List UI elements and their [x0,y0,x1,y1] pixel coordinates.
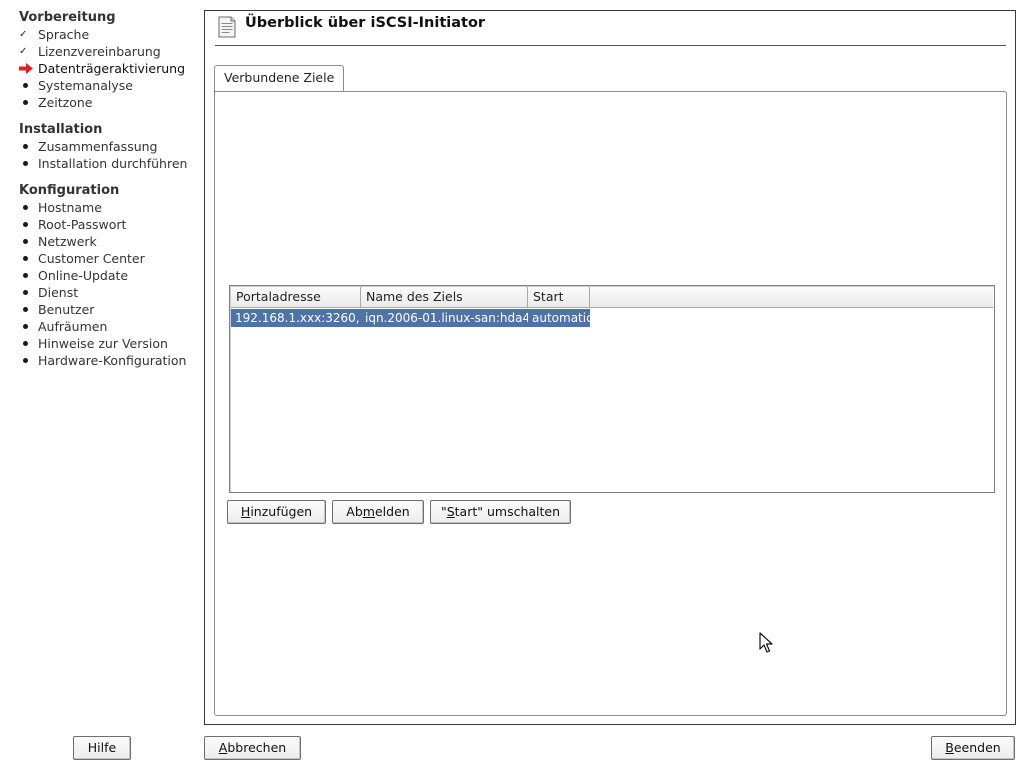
step-label: Datenträgeraktivierung [38,61,186,76]
bullet-icon [19,216,38,233]
bullet-icon [19,335,38,352]
bullet-icon [19,233,38,250]
tab-verbundene-ziele[interactable]: Verbundene Ziele [214,65,345,91]
step-label: Customer Center [38,251,145,266]
bullet-icon [19,267,38,284]
step-label: Zusammenfassung [38,139,158,154]
step-label: Hostname [38,200,102,215]
step-online-update: Online-Update [19,267,128,284]
step-label: Zeitzone [38,95,93,110]
button-text: eenden [953,740,1001,755]
step-hardware-konfiguration: Hardware-Konfiguration [19,352,186,369]
help-button[interactable]: Hilfe [73,736,131,760]
step-label: Hinweise zur Version [38,336,168,351]
step-zeitzone: Zeitzone [19,94,92,111]
column-header-portaladresse[interactable]: Portaladresse [231,287,361,308]
step-netzwerk: Netzwerk [19,233,97,250]
step-installation-durchfuehren: Installation durchführen [19,155,187,172]
bullet-icon [19,138,38,155]
bullet-icon [19,94,38,111]
step-label: Systemanalyse [38,78,133,93]
step-label: Dienst [38,285,79,300]
main-content-frame: Überblick über iSCSI-Initiator Verbunden… [204,10,1016,725]
logout-button[interactable]: Abmelden [332,500,424,524]
step-label: Benutzer [38,302,95,317]
cell-target-name: iqn.2006-01.linux-san:hda4 [365,311,528,325]
tab-panel: Portaladresse Name des Ziels Start 192.1… [214,91,1007,716]
table-header: Portaladresse Name des Ziels Start [231,287,993,308]
bullet-icon [19,199,38,216]
button-mnemonic: B [945,740,954,755]
step-hostname: Hostname [19,199,102,216]
current-step-arrow-icon [19,60,38,77]
step-benutzer: Benutzer [19,301,94,318]
section-title-installation: Installation [19,122,103,137]
step-aufraeumen: Aufräumen [19,318,107,335]
cell-start-mode: automatic [532,311,590,325]
step-label: Installation durchführen [38,156,188,171]
step-label: Lizenzvereinbarung [38,44,161,59]
toggle-start-button[interactable]: "Start" umschalten [430,500,571,524]
step-label: Aufräumen [38,319,108,334]
step-dienst: Dienst [19,284,78,301]
column-header-start[interactable]: Start [528,287,590,308]
button-mnemonic: S [446,504,455,519]
button-text: Hilfe [87,740,117,755]
step-hinweise-zur-version: Hinweise zur Version [19,335,168,352]
title-divider [215,45,1006,46]
button-text: inzufügen [250,504,313,519]
bullet-icon [19,318,38,335]
bullet-icon [19,284,38,301]
button-mnemonic: H [240,504,251,519]
step-label: Hardware-Konfiguration [38,353,187,368]
step-lizenzvereinbarung: Lizenzvereinbarung [19,43,161,60]
step-customer-center: Customer Center [19,250,145,267]
checkmark-icon [19,43,38,60]
button-text: tart" umschalten [454,504,561,519]
targets-table[interactable]: Portaladresse Name des Ziels Start 192.1… [229,285,995,493]
step-zusammenfassung: Zusammenfassung [19,138,158,155]
page-title: Überblick über iSCSI-Initiator [245,15,486,31]
cell-portal-address: 192.168.1.xxx:3260,1 [235,311,361,325]
bullet-icon [19,155,38,172]
table-row[interactable]: 192.168.1.xxx:3260,1 iqn.2006-01.linux-s… [231,309,590,327]
button-text: Ab [346,504,363,519]
bullet-icon [19,77,38,94]
step-root-passwort: Root-Passwort [19,216,126,233]
step-label: Online-Update [38,268,129,283]
finish-button[interactable]: Beenden [931,736,1015,760]
step-systemanalyse: Systemanalyse [19,77,133,94]
mouse-pointer-icon [759,632,773,654]
button-text: elden [374,504,410,519]
section-title-konfiguration: Konfiguration [19,183,120,198]
column-header-name-des-ziels[interactable]: Name des Ziels [361,287,528,308]
step-datentraegeraktivierung: Datenträgeraktivierung [19,60,185,77]
add-button[interactable]: Hinzufügen [227,500,326,524]
button-text: bbrechen [227,740,287,755]
installation-steps-sidebar: Vorbereitung Sprache Lizenzvereinbarung … [0,0,200,730]
step-label: Sprache [38,27,90,42]
document-icon [216,16,237,38]
abort-button[interactable]: Abbrechen [204,736,301,760]
step-sprache: Sprache [19,26,89,43]
bullet-icon [19,301,38,318]
checkmark-icon [19,26,38,43]
button-mnemonic: m [362,504,375,519]
bullet-icon [19,250,38,267]
step-label: Root-Passwort [38,217,127,232]
step-label: Netzwerk [38,234,97,249]
section-title-vorbereitung: Vorbereitung [19,10,116,25]
bullet-icon [19,352,38,369]
